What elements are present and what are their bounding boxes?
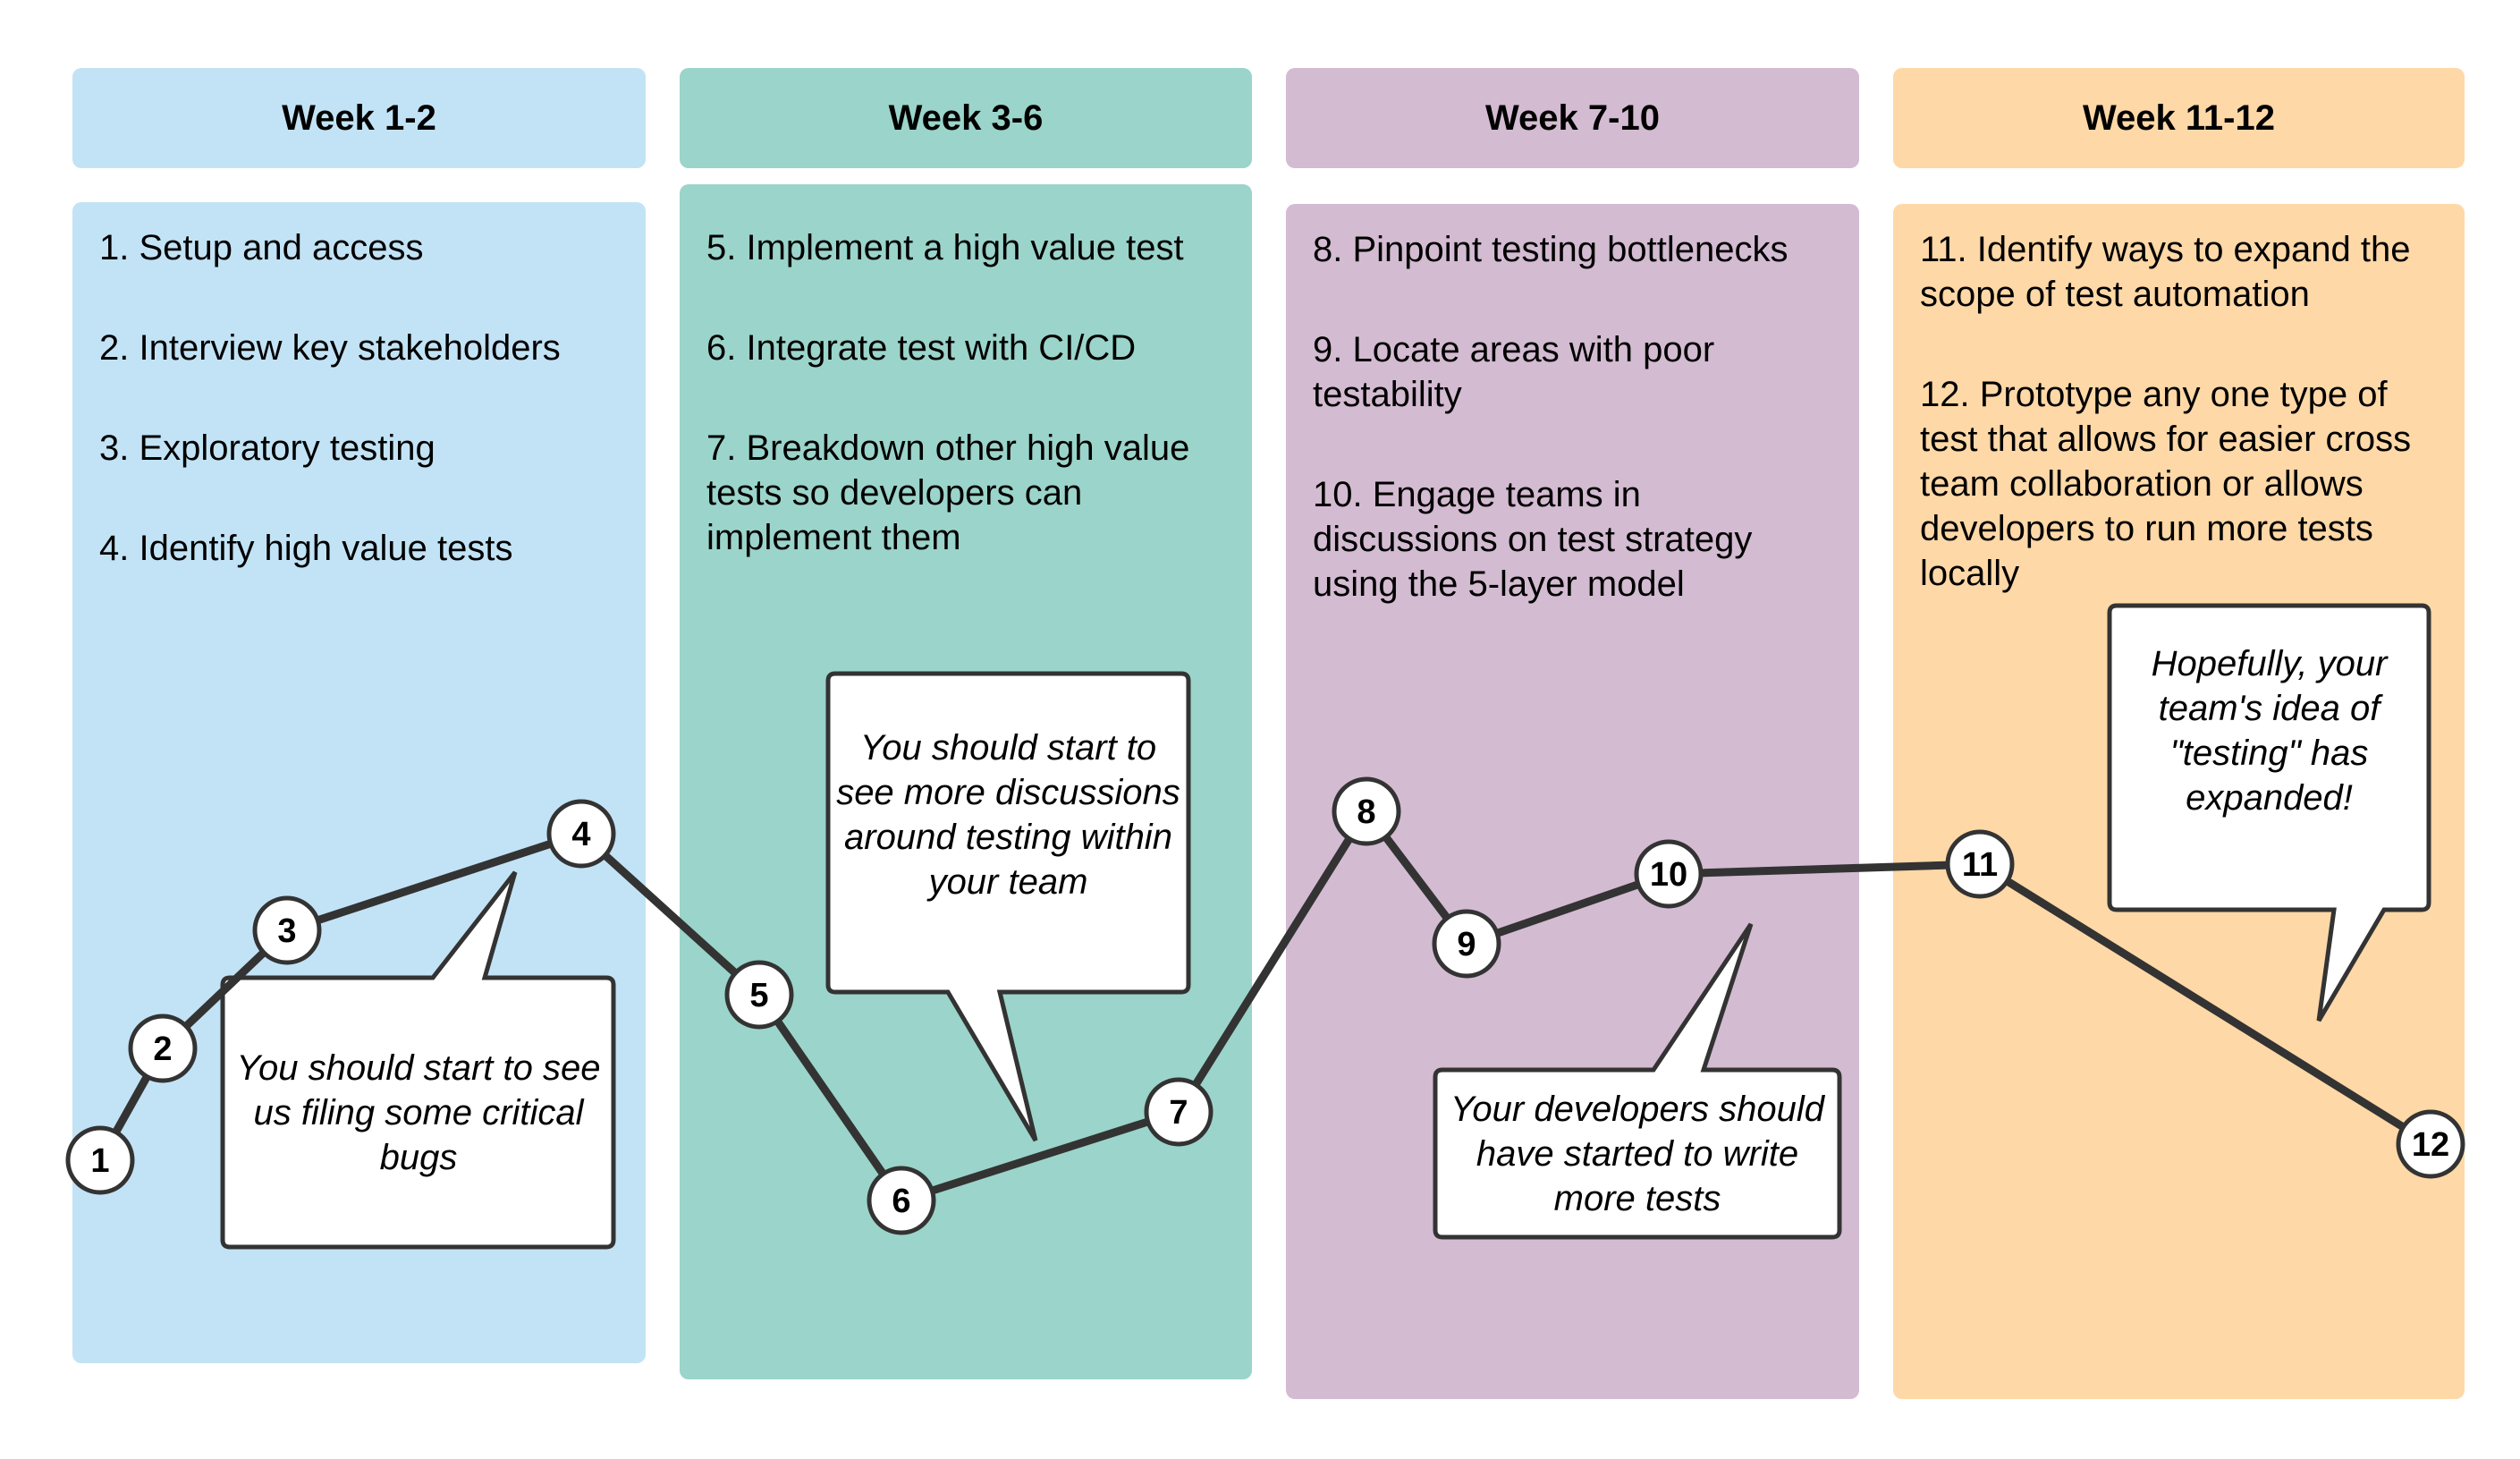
step-node-label: 4 [571,816,590,853]
step-node-10: 10 [1634,839,1704,909]
step-node-label: 6 [892,1183,910,1220]
step-node-7: 7 [1144,1077,1213,1147]
step-node-1: 1 [65,1125,135,1195]
callout-text-developers: Your developers should have started to w… [1450,1089,1825,1218]
step-node-label: 10 [1650,856,1687,894]
step-node-12: 12 [2396,1109,2465,1179]
step-node-label: 1 [90,1142,109,1180]
step-node-5: 5 [724,960,794,1030]
step-node-label: 11 [1962,846,1998,884]
step-node-6: 6 [867,1166,936,1235]
callout-text-discussions: You should start to see more discussions… [836,728,1180,902]
callout-text-bugs: You should start to see us filing some c… [236,1048,601,1177]
callout-text-testing-expanded: Hopefully, your team's idea of "testing"… [2151,644,2388,818]
step-node-3: 3 [252,895,322,965]
step-node-label: 3 [277,912,296,950]
step-node-label: 7 [1169,1094,1188,1132]
step-node-9: 9 [1432,909,1501,979]
step-node-11: 11 [1945,829,2015,899]
step-node-label: 8 [1357,793,1375,831]
step-node-2: 2 [128,1014,198,1083]
step-node-8: 8 [1332,776,1401,846]
step-node-label: 12 [2412,1126,2449,1164]
step-node-label: 9 [1457,926,1476,963]
step-node-label: 5 [749,977,768,1014]
step-node-label: 2 [153,1031,172,1068]
step-node-4: 4 [546,799,616,869]
